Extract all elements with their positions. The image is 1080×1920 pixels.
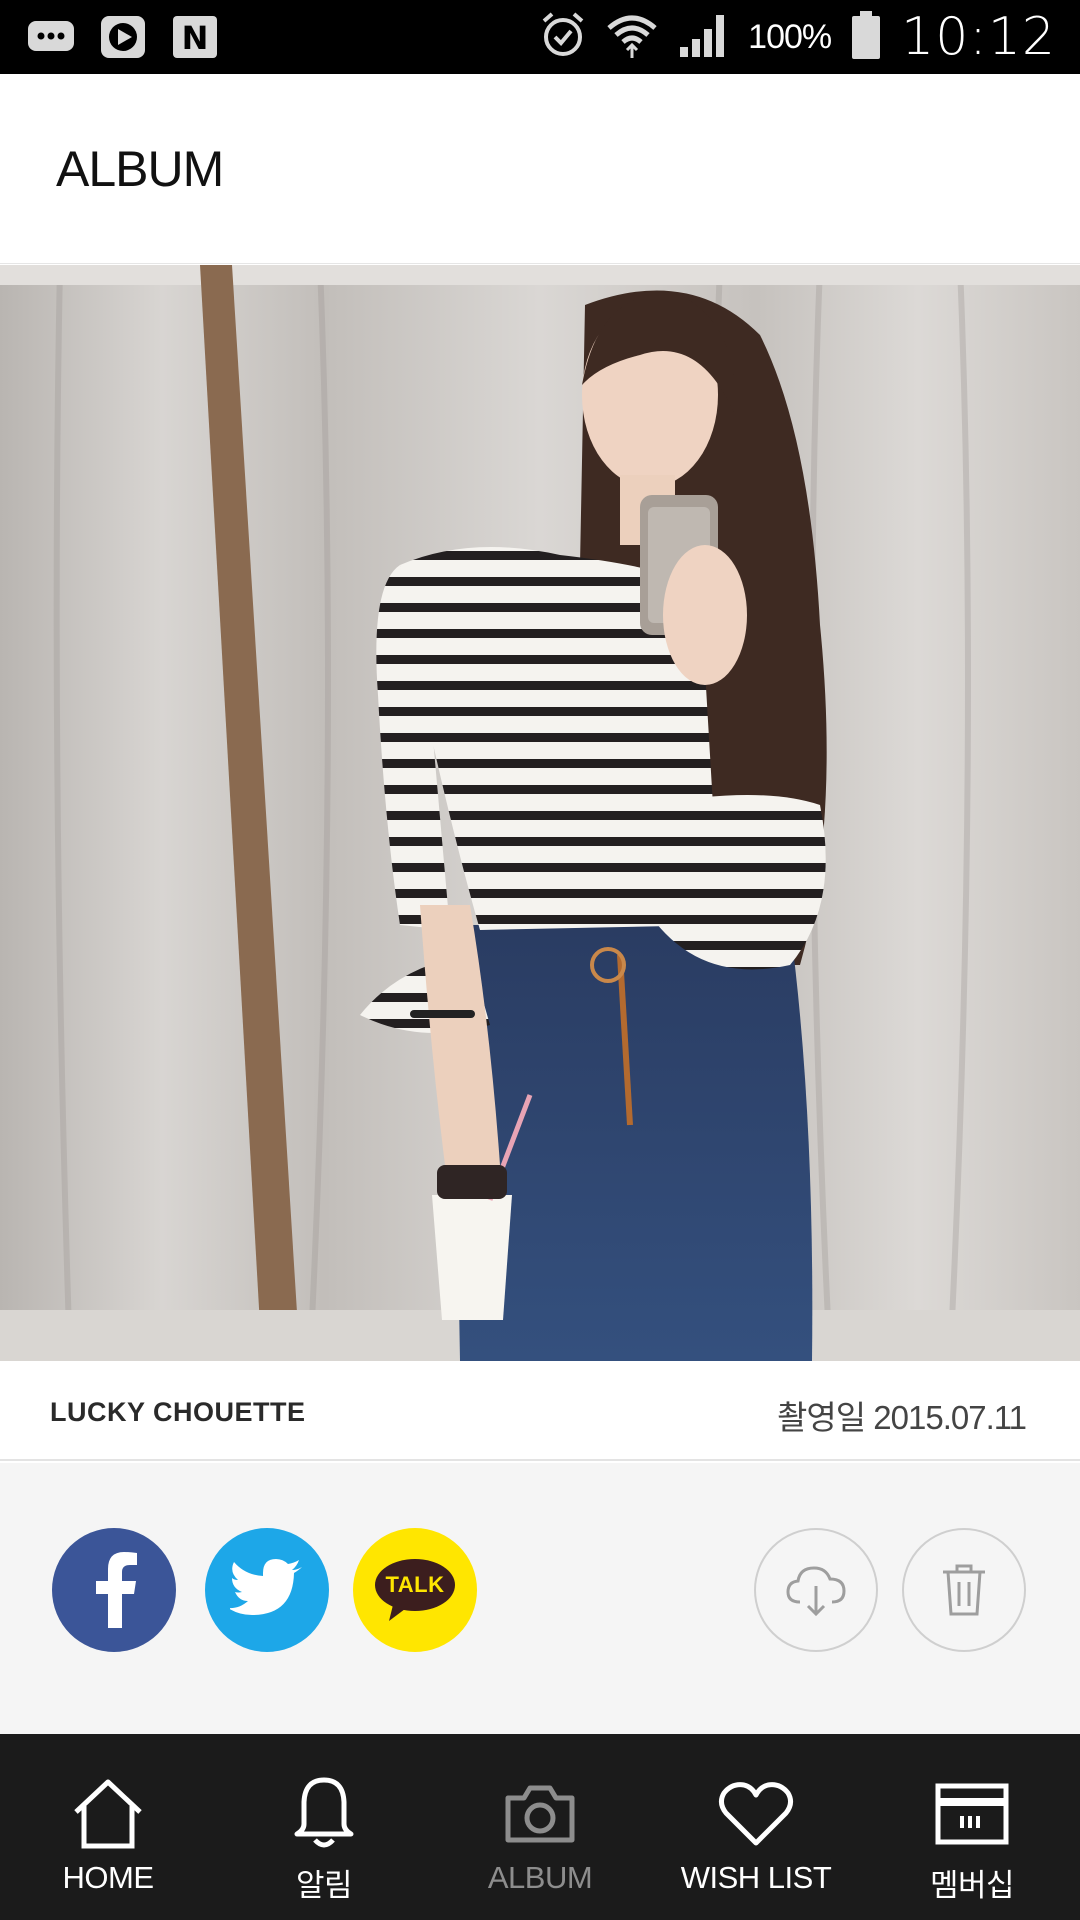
wifi-icon	[606, 10, 658, 65]
nav-home-label: HOME	[62, 1860, 155, 1895]
bottom-nav: HOME 알림 ALBUM WISH LIST 멤버십	[0, 1734, 1080, 1920]
trash-icon	[943, 1564, 985, 1616]
chat-bubble-icon	[26, 13, 76, 61]
home-icon	[66, 1774, 150, 1854]
signal-icon	[678, 11, 728, 64]
header: ALBUM	[0, 74, 1080, 264]
battery-icon	[851, 10, 881, 65]
bell-icon	[282, 1774, 366, 1854]
brand-name: LUCKY CHOUETTE	[50, 1397, 306, 1427]
nav-album-label: ALBUM	[487, 1860, 593, 1895]
cloud-download-icon	[786, 1566, 846, 1617]
kakaotalk-share-button[interactable]: TALK	[353, 1528, 477, 1652]
shoot-date: 촬영일 2015.07.11	[777, 1399, 1027, 1436]
nav-wishlist[interactable]: WISH LIST	[648, 1734, 864, 1920]
photo-image	[0, 265, 1080, 1361]
nav-membership-label: 멤버십	[929, 1868, 1015, 1903]
clock: 10:12	[901, 7, 1056, 67]
alarm-icon	[540, 11, 586, 64]
heart-icon	[714, 1774, 798, 1854]
delete-button[interactable]	[902, 1528, 1026, 1652]
page-title: ALBUM	[56, 141, 224, 197]
camera-icon	[498, 1774, 582, 1854]
facebook-share-button[interactable]	[52, 1528, 176, 1652]
nav-notifications-label: 알림	[295, 1868, 353, 1903]
nav-wishlist-label: WISH LIST	[680, 1860, 832, 1895]
nav-notifications[interactable]: 알림	[216, 1734, 432, 1920]
twitter-icon	[230, 1559, 302, 1615]
share-area: TALK	[0, 1463, 1080, 1734]
battery-percent: 100%	[748, 17, 832, 56]
nav-membership[interactable]: 멤버십	[864, 1734, 1080, 1920]
kakaotalk-label: TALK	[385, 1572, 445, 1597]
twitter-share-button[interactable]	[205, 1528, 329, 1652]
nav-home[interactable]: HOME	[0, 1734, 216, 1920]
photo-info-row: LUCKY CHOUETTE 촬영일 2015.07.11	[0, 1361, 1080, 1461]
download-button[interactable]	[754, 1528, 878, 1652]
naver-n-icon: N	[170, 13, 220, 61]
facebook-icon	[96, 1552, 137, 1628]
album-photo[interactable]	[0, 265, 1080, 1361]
nav-album[interactable]: ALBUM	[432, 1734, 648, 1920]
membership-card-icon	[930, 1774, 1014, 1854]
svg-text:N: N	[182, 19, 209, 57]
play-icon	[98, 13, 148, 61]
status-bar: N 100% 10:12	[0, 0, 1080, 74]
